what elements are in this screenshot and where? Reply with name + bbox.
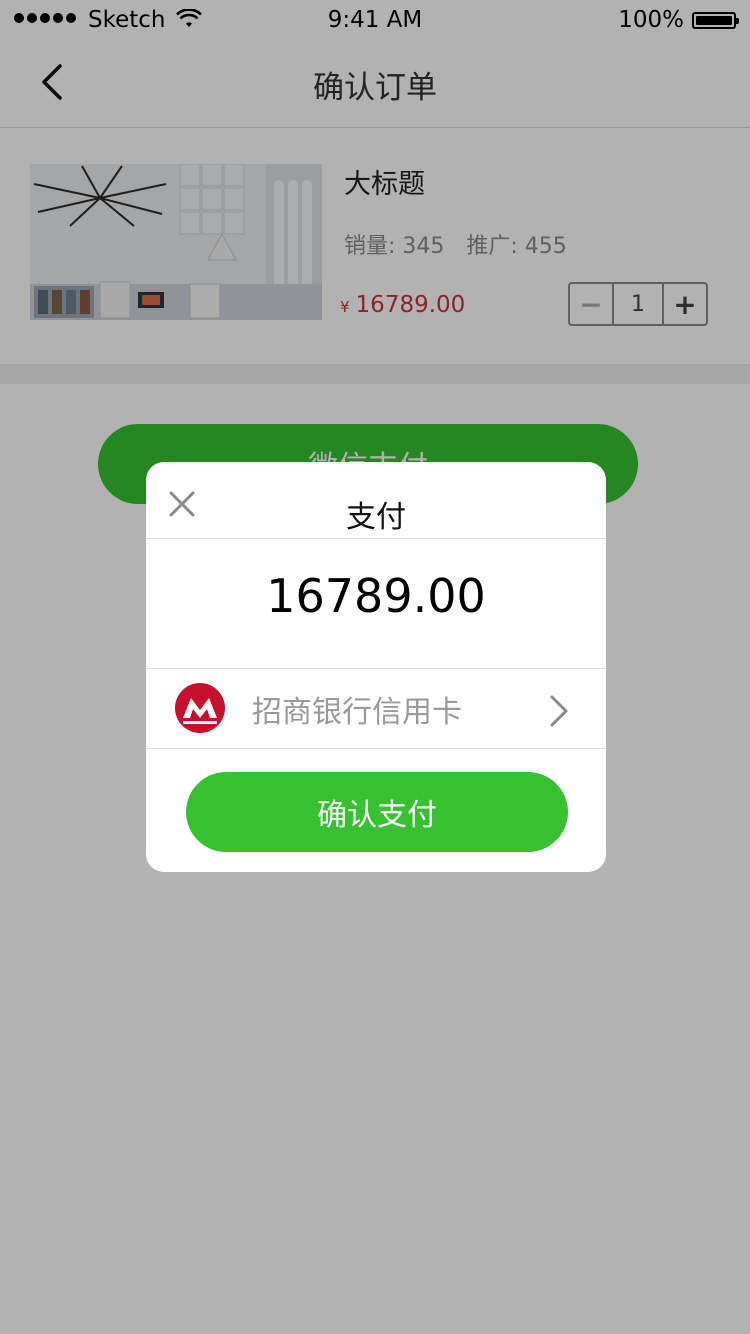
payment-method-label: 招商银行信用卡	[252, 695, 462, 730]
payment-method-row[interactable]: 招商银行信用卡	[146, 669, 606, 749]
payment-amount: 16789.00	[266, 569, 486, 623]
payment-dialog: 支付 16789.00 招商银行信用卡 确认支付	[146, 462, 606, 872]
confirm-pay-button[interactable]: 确认支付	[186, 772, 568, 852]
cmb-bank-logo-icon	[175, 683, 225, 733]
amount-row: 16789.00	[146, 539, 606, 669]
chevron-right-icon	[550, 695, 568, 727]
dialog-title: 支付	[346, 500, 406, 535]
dialog-header: 支付	[146, 462, 606, 539]
